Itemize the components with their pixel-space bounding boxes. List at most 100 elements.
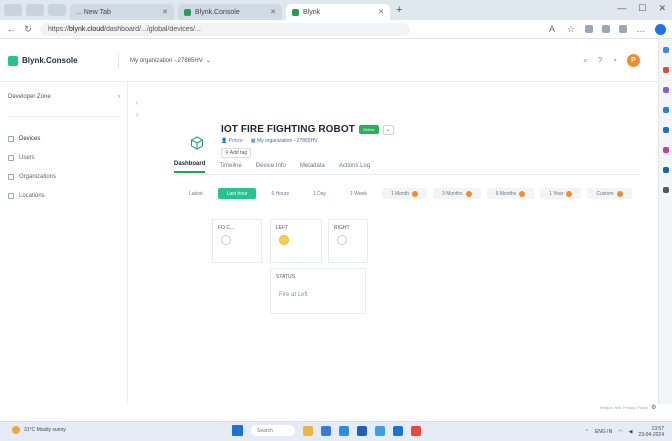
widget-label: LEFT <box>276 225 289 231</box>
range-1-year-button[interactable]: 1 Year <box>540 188 582 199</box>
chevron-down-icon: ⌄ <box>205 58 211 64</box>
add-tag-button[interactable]: ⚲ Add tag <box>221 148 252 158</box>
settings-icon[interactable]: ⚙ <box>651 404 656 411</box>
device-owner[interactable]: 👤 Prince <box>221 138 243 144</box>
tab-timeline[interactable]: Timeline <box>219 163 241 173</box>
notifications-icon[interactable]: ◔ <box>612 56 617 65</box>
show-hidden-icon[interactable]: ⌃ <box>585 429 589 435</box>
org-selector-label: My organization - 27865HV <box>130 58 203 64</box>
browser-tab[interactable]: ... New Tab ✕ <box>70 4 174 20</box>
outlook-icon[interactable] <box>663 147 669 153</box>
range-label: 1 Month <box>390 190 410 197</box>
edge-browser-icon[interactable] <box>321 425 331 436</box>
tab-actions-button[interactable] <box>48 4 66 16</box>
app-icon[interactable] <box>393 425 403 436</box>
refresh-icon[interactable]: ↻ <box>23 24 33 35</box>
sidebar-item-locations[interactable]: Locations <box>8 193 45 199</box>
header-actions: ⌕ ? ◔ P <box>583 54 640 67</box>
teams-icon[interactable] <box>663 167 669 173</box>
workspace-label: Developer Zone <box>8 94 51 100</box>
browser-tab-strip: ... New Tab ✕ Blynk.Console ✕ Blynk ✕ + … <box>0 0 672 20</box>
user-avatar[interactable]: P <box>627 54 640 67</box>
read-aloud-icon[interactable]: A <box>547 24 557 34</box>
edge-copilot-icon[interactable] <box>655 23 666 35</box>
weather-temp: 31°C <box>24 427 36 433</box>
close-icon[interactable]: ✕ <box>378 8 384 16</box>
tab-metadata[interactable]: Metadata <box>300 163 325 173</box>
sidebar-item-devices[interactable]: Devices <box>8 136 40 142</box>
device-organization-name: My organization - 27865HV <box>256 138 318 144</box>
sidebar-item-users[interactable]: Users <box>8 155 35 161</box>
sidebar-item-label: Organizations <box>19 174 57 180</box>
range-custom-button[interactable]: Custom <box>587 188 632 199</box>
close-icon[interactable]: ✕ <box>270 8 276 16</box>
add-tag-label: Add tag <box>229 150 248 156</box>
app-icon[interactable] <box>375 425 385 436</box>
wifi-icon[interactable]: ◠ <box>618 429 622 435</box>
status-label-widget[interactable]: STATUS Fire at Left <box>270 268 366 314</box>
tab-actions-log[interactable]: Actions Log <box>339 163 370 173</box>
profile-switcher[interactable] <box>4 4 22 16</box>
tab-device-info[interactable]: Device Info <box>256 163 286 173</box>
taskbar-search[interactable]: Search <box>251 425 295 436</box>
workspaces-button[interactable] <box>26 4 44 16</box>
windows-start-icon[interactable] <box>232 425 243 436</box>
url-field[interactable]: https://blynk.cloud/dashboard/.../global… <box>40 22 410 36</box>
help-icon[interactable]: ? <box>598 56 602 65</box>
device-organization[interactable]: ▦ My organization - 27865HV <box>251 138 318 144</box>
file-explorer-icon[interactable] <box>303 425 313 436</box>
new-tab-icon[interactable]: + <box>396 4 402 16</box>
games-icon[interactable] <box>663 107 669 113</box>
chrome-icon[interactable] <box>411 425 421 436</box>
pro-lock-icon <box>412 190 419 197</box>
range-1-day-button[interactable]: 1 Day <box>304 188 335 199</box>
tools-icon[interactable] <box>663 87 669 93</box>
mail-icon[interactable] <box>357 425 367 436</box>
browser-tab[interactable]: Blynk.Console ✕ <box>178 4 282 20</box>
range-label: 3 Months <box>442 190 463 197</box>
browser-tab-active[interactable]: Blynk ✕ <box>286 4 390 20</box>
range-1-week-button[interactable]: 1 Week <box>341 188 376 199</box>
range-3-months-button[interactable]: 3 Months <box>433 188 481 199</box>
store-icon[interactable] <box>339 425 349 436</box>
range-6-hours-button[interactable]: 6 Hours <box>262 188 298 199</box>
search-icon[interactable] <box>663 47 669 53</box>
extension-icon[interactable] <box>585 25 593 33</box>
favorite-star-icon[interactable]: ☆ <box>566 24 576 35</box>
led-widget-right[interactable]: RIGHT <box>328 219 368 263</box>
brand-name[interactable]: Blynk.Console <box>22 56 78 65</box>
minimize-icon[interactable]: — <box>617 3 626 14</box>
device-actions-button[interactable]: ⌄ <box>382 124 394 135</box>
language-indicator[interactable]: ENG IN <box>595 429 612 435</box>
led-widget-front[interactable]: FO C... <box>212 219 262 263</box>
tab-dashboard[interactable]: Dashboard <box>174 161 206 173</box>
workspace-selector[interactable]: Developer Zone › <box>8 94 120 100</box>
led-widget-left[interactable]: LEFT <box>270 219 322 263</box>
tab-label: Blynk <box>303 8 321 16</box>
close-icon[interactable]: ✕ <box>162 8 168 16</box>
blynk-logo-icon <box>8 56 18 66</box>
volume-icon[interactable]: ◀ <box>629 429 633 435</box>
more-icon[interactable]: … <box>636 24 646 34</box>
collapse-sidebar-icon[interactable]: ‹ › <box>136 98 138 122</box>
pro-lock-icon <box>465 190 472 197</box>
back-icon[interactable]: ← <box>6 24 16 34</box>
header-divider <box>118 53 119 69</box>
search-icon[interactable]: ⌕ <box>583 56 587 66</box>
extension-icon[interactable] <box>602 25 610 33</box>
range-last-hour-button[interactable]: Last hour <box>217 188 257 199</box>
close-window-icon[interactable]: ✕ <box>658 3 666 14</box>
office-icon[interactable] <box>663 127 669 133</box>
range-latest-button[interactable]: Latest <box>180 188 212 199</box>
chevron-icon: › <box>118 94 120 100</box>
organization-selector[interactable]: My organization - 27865HV ⌄ <box>130 57 211 64</box>
clock[interactable]: 13:57 23-04-2024 <box>638 426 664 438</box>
collections-icon[interactable] <box>619 25 627 33</box>
add-icon[interactable] <box>663 187 669 193</box>
maximize-icon[interactable]: ☐ <box>638 3 646 14</box>
range-1-month-button[interactable]: 1 Month <box>381 188 428 199</box>
sidebar-item-organizations[interactable]: Organizations <box>8 174 56 180</box>
range-6-months-button[interactable]: 6 Months <box>486 188 535 199</box>
weather-widget[interactable]: 31°C Mostly sunny <box>12 426 66 434</box>
shopping-icon[interactable] <box>663 67 669 73</box>
